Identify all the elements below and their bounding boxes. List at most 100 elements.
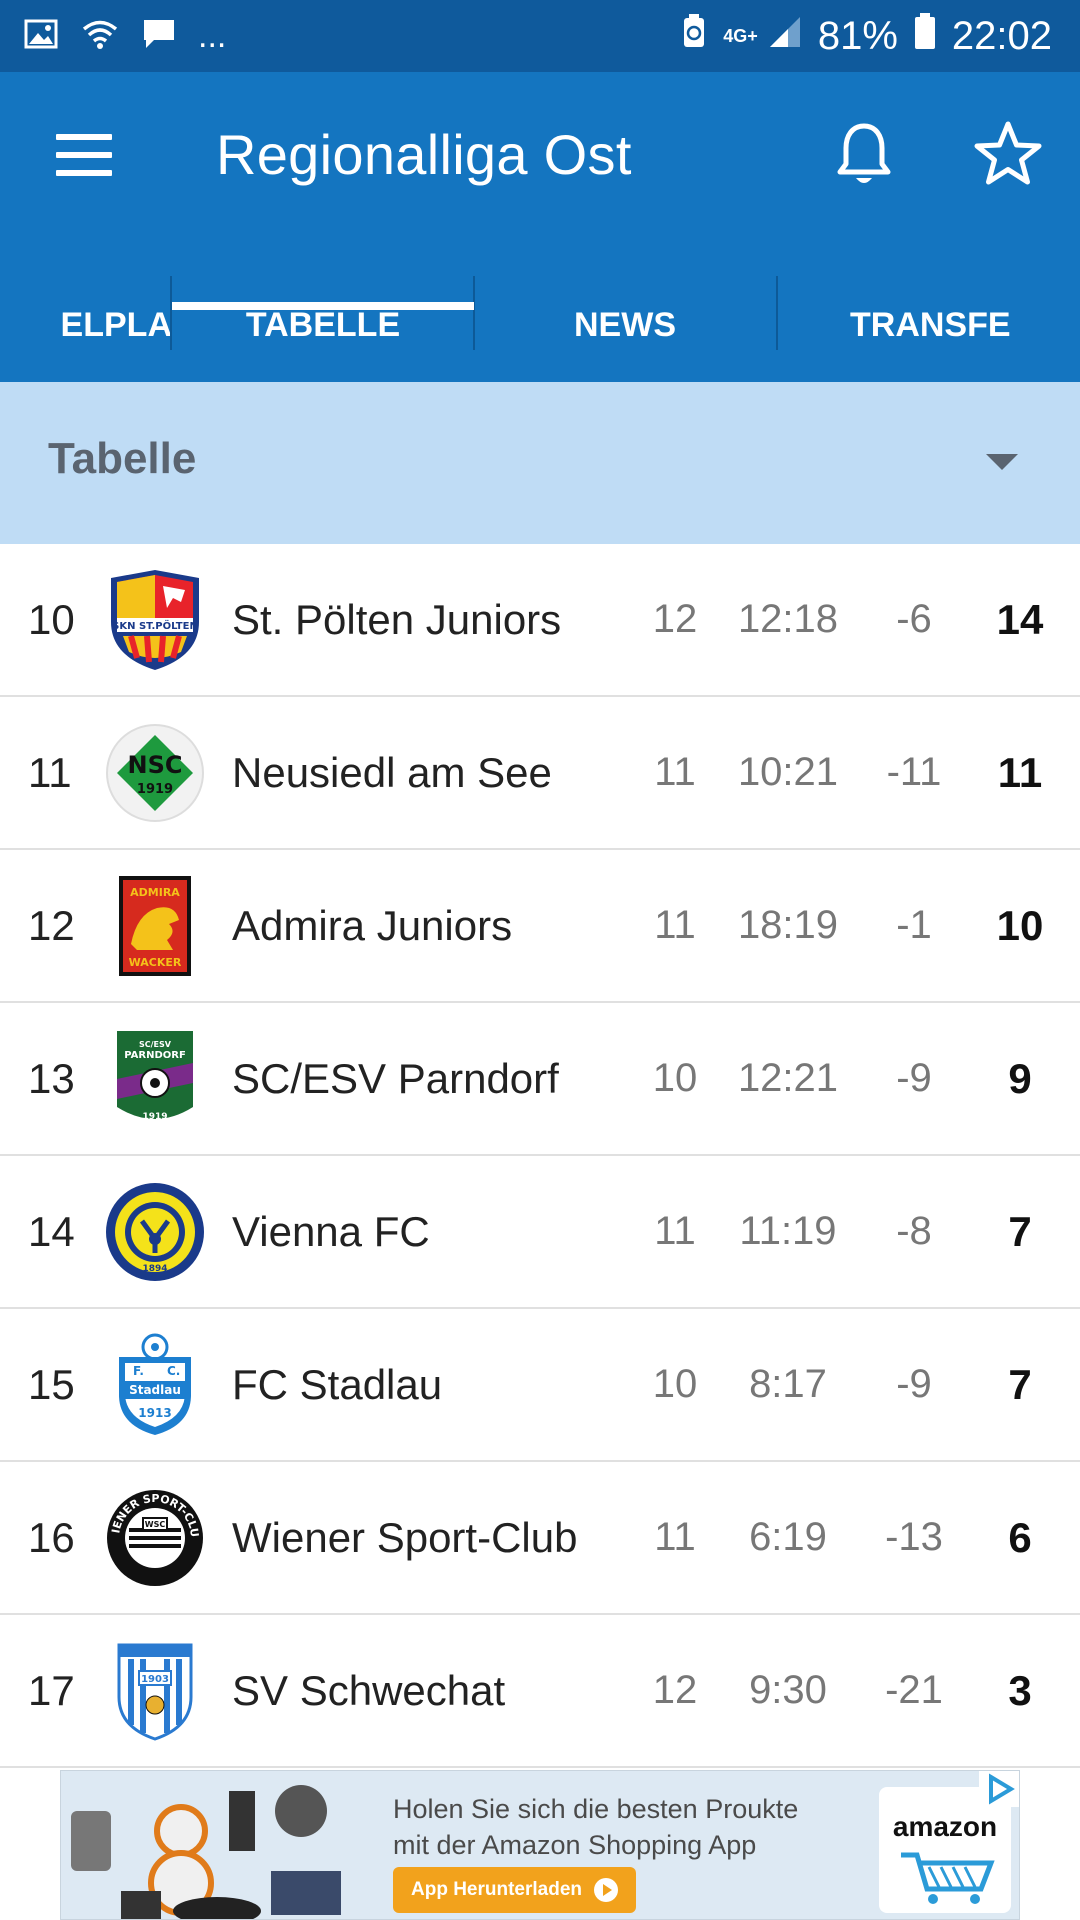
goals: 9:30	[749, 1668, 827, 1712]
goals: 12:21	[737, 1056, 839, 1100]
points: 7	[1008, 1207, 1032, 1255]
tab-tabelle[interactable]: TABELLE	[172, 268, 474, 382]
team-logo-vienna: 1894	[100, 1156, 210, 1307]
tab-divider	[170, 276, 172, 350]
clock: 22:02	[951, 13, 1052, 58]
svg-text:SKN ST.PÖLTEN: SKN ST.PÖLTEN	[112, 618, 198, 632]
tab-label: NEWS	[574, 305, 676, 344]
message-icon	[142, 18, 176, 55]
table-row[interactable]: 10 SKN ST.PÖLTEN St. Pölten Juniors 12 1…	[0, 544, 1080, 697]
more-notifications: ...	[198, 16, 227, 55]
goal-difference: -8	[896, 1209, 932, 1253]
ad-download-button[interactable]: App Herunterladen	[393, 1867, 637, 1913]
favorite-button[interactable]	[972, 118, 1044, 190]
team-logo-admira: ADMIRA WACKER	[100, 850, 210, 1001]
battery-saver-icon	[681, 13, 707, 59]
app-bar: Regionalliga Ost ELPLA TABELLE NEWS TRAN…	[0, 72, 1080, 382]
hamburger-icon-line	[56, 152, 112, 158]
games-played: 11	[654, 1209, 696, 1253]
games-played: 12	[652, 1668, 698, 1712]
hamburger-icon	[56, 134, 112, 140]
tab-spielplan[interactable]: ELPLA	[0, 268, 172, 382]
team-logo-stadlau: F. C. Stadlau 1913	[100, 1309, 210, 1460]
table-row[interactable]: 11 NSC 1919 Neusiedl am See 11 10:21 -11…	[0, 697, 1080, 850]
svg-text:1913: 1913	[138, 1406, 171, 1420]
rank: 12	[28, 901, 75, 949]
svg-text:1919: 1919	[137, 782, 173, 797]
battery-percent: 81%	[817, 13, 898, 58]
rank: 11	[28, 748, 72, 796]
svg-text:NSC: NSC	[128, 751, 183, 779]
team-name: Wiener Sport-Club	[232, 1513, 578, 1561]
rank: 14	[28, 1207, 75, 1255]
team-name: SC/ESV Parndorf	[232, 1054, 559, 1102]
table-row[interactable]: 16 WSC WIENER SPORT-CLUB Wiener Sport-Cl…	[0, 1462, 1080, 1615]
team-logo-wsc: WSC WIENER SPORT-CLUB	[100, 1462, 210, 1613]
ad-banner[interactable]: Holen Sie sich die besten Proukte mit de…	[60, 1770, 1020, 1920]
table-selector[interactable]: Tabelle	[0, 382, 1080, 544]
ad-product-image	[61, 1771, 361, 1919]
bell-icon	[837, 123, 891, 183]
table-row[interactable]: 14 1894 Vienna FC 11 11:19 -8 7	[0, 1156, 1080, 1309]
hamburger-icon-line	[56, 170, 112, 176]
table-row[interactable]: 15 F. C. Stadlau 1913 FC Stadlau 10 8:17…	[0, 1309, 1080, 1462]
goal-difference: -6	[896, 597, 932, 641]
wifi-icon	[80, 18, 120, 55]
star-icon	[974, 121, 1042, 185]
team-logo-neusiedl: NSC 1919	[100, 697, 210, 848]
page-title: Regionalliga Ost	[216, 123, 632, 186]
team-name: FC Stadlau	[232, 1360, 443, 1408]
network-type: 4G+	[723, 25, 758, 46]
ad-choices-icon[interactable]	[979, 1771, 1019, 1807]
dropdown-arrow-icon[interactable]	[986, 454, 1018, 470]
tab-strip: ELPLA TABELLE NEWS TRANSFE	[0, 268, 1080, 382]
goal-difference: -9	[896, 1056, 932, 1100]
active-tab-indicator	[172, 302, 474, 310]
goal-difference: -11	[886, 750, 942, 794]
goal-difference: -13	[885, 1515, 943, 1559]
section-title: Tabelle	[48, 434, 197, 483]
svg-text:C.: C.	[167, 1364, 180, 1378]
table-row[interactable]: 13 SC/ESV PARNDORF 1919 SC/ESV Parndorf …	[0, 1003, 1080, 1156]
svg-text:1903: 1903	[141, 1674, 169, 1685]
svg-text:WACKER: WACKER	[129, 956, 182, 969]
goals: 6:19	[749, 1515, 827, 1559]
rank: 16	[28, 1513, 75, 1561]
goal-difference: -1	[896, 903, 932, 947]
goals: 8:17	[749, 1362, 827, 1406]
notifications-button[interactable]	[832, 120, 896, 192]
tab-transfers[interactable]: TRANSFE	[850, 268, 1010, 382]
games-played: 11	[654, 1515, 696, 1559]
rank: 15	[28, 1360, 75, 1408]
ad-cta-label: App Herunterladen	[411, 1879, 583, 1900]
team-name: Admira Juniors	[232, 901, 513, 949]
tab-label: TABELLE	[245, 305, 401, 344]
team-name: Neusiedl am See	[232, 748, 552, 796]
battery-icon	[914, 12, 936, 60]
points: 6	[1008, 1513, 1032, 1561]
status-bar: ... 4G+ 81% 22:02	[0, 0, 1080, 72]
table-row[interactable]: 17 1903 SV Schwechat 12 9:30 -21 3	[0, 1615, 1080, 1768]
points: 7	[1008, 1360, 1032, 1408]
goal-difference: -21	[885, 1668, 943, 1712]
goals: 12:18	[737, 597, 839, 641]
svg-text:1919: 1919	[142, 1112, 167, 1122]
goals: 10:21	[737, 750, 839, 794]
tab-news[interactable]: NEWS	[474, 268, 776, 382]
svg-text:PARNDORF: PARNDORF	[124, 1050, 186, 1061]
signal-icon	[768, 14, 802, 59]
menu-button[interactable]	[56, 134, 112, 176]
tab-divider	[473, 276, 475, 350]
tab-divider	[776, 276, 778, 350]
table-row[interactable]: 12 ADMIRA WACKER Admira Juniors 11 18:19…	[0, 850, 1080, 1003]
games-played: 10	[652, 1056, 698, 1100]
points: 14	[996, 595, 1044, 643]
goal-difference: -9	[896, 1362, 932, 1406]
team-name: St. Pölten Juniors	[232, 595, 562, 643]
team-logo-parndorf: SC/ESV PARNDORF 1919	[100, 1003, 210, 1154]
gallery-icon	[24, 19, 58, 54]
points: 11	[997, 748, 1043, 796]
team-logo-schwechat: 1903	[100, 1615, 210, 1766]
team-logo-st-poelten: SKN ST.PÖLTEN	[100, 544, 210, 695]
games-played: 11	[654, 750, 696, 794]
